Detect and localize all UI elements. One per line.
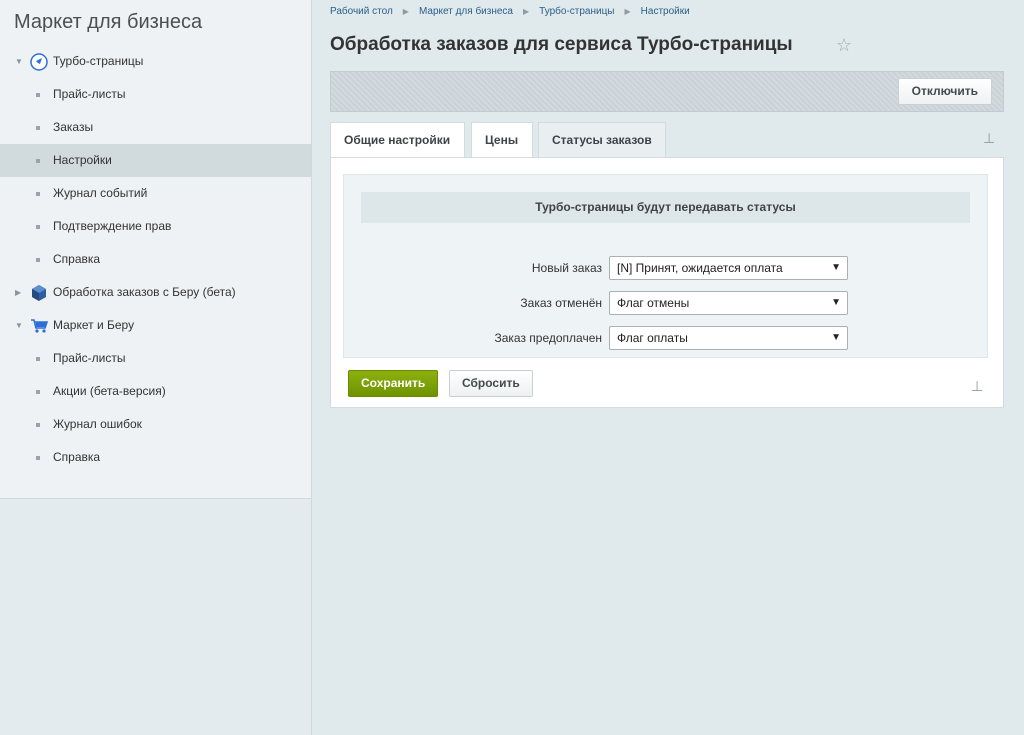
- sidebar-item-error-log[interactable]: Журнал ошибок: [0, 408, 311, 441]
- select-value: [N] Принят, ожидается оплата: [617, 261, 783, 275]
- pin-icon[interactable]: ⊥: [983, 130, 995, 147]
- sidebar-item-price-lists-2[interactable]: Прайс-листы: [0, 342, 311, 375]
- sidebar-item-market-beru[interactable]: ▼ Маркет и Беру: [0, 309, 311, 342]
- breadcrumb-separator-icon: ▶: [523, 7, 530, 16]
- breadcrumb: Рабочий стол ▶ Маркет для бизнеса ▶ Турбо-ст…: [330, 6, 690, 17]
- save-button[interactable]: Сохранить: [348, 370, 439, 397]
- breadcrumb-item[interactable]: Турбо-страницы: [539, 6, 614, 17]
- disable-button[interactable]: Отключить: [897, 78, 992, 105]
- sidebar-title: Маркет для бизнеса: [14, 11, 203, 33]
- tab-order-statuses[interactable]: Статусы заказов: [538, 122, 666, 157]
- page-title: Обработка заказов для сервиса Турбо-стра…: [330, 34, 793, 55]
- order-cancelled-status-select[interactable]: Флаг отмены ▼: [609, 291, 848, 315]
- chevron-down-icon: ▼: [831, 262, 841, 273]
- section-heading: Турбо-страницы будут передавать статусы: [361, 192, 970, 223]
- bullet-icon: [36, 357, 40, 361]
- tab-prices[interactable]: Цены: [471, 122, 533, 157]
- breadcrumb-item[interactable]: Маркет для бизнеса: [419, 6, 513, 17]
- sidebar-item-label: Справка: [53, 252, 101, 266]
- expand-arrow-icon[interactable]: ▼: [15, 45, 25, 78]
- select-value: Флаг отмены: [617, 296, 690, 310]
- sidebar-item-beru-orders[interactable]: ▶ Обработка заказов с Беру (бета): [0, 276, 311, 309]
- bullet-icon: [36, 225, 40, 229]
- bullet-icon: [36, 192, 40, 196]
- form-label: Новый заказ: [531, 261, 602, 275]
- sidebar-item-event-log[interactable]: Журнал событий: [0, 177, 311, 210]
- sidebar-item-orders[interactable]: Заказы: [0, 111, 311, 144]
- sidebar-item-rights-confirmation[interactable]: Подтверждение прав: [0, 210, 311, 243]
- tab-general-settings[interactable]: Общие настройки: [330, 122, 465, 157]
- settings-panel: Турбо-страницы будут передавать статусы …: [330, 157, 1004, 408]
- form-label: Заказ отменён: [520, 296, 602, 310]
- new-order-status-select[interactable]: [N] Принят, ожидается оплата ▼: [609, 256, 848, 280]
- cart-icon: [31, 319, 48, 333]
- sidebar-item-label: Журнал ошибок: [53, 417, 142, 431]
- sidebar-item-label: Турбо-страницы: [53, 54, 144, 68]
- bullet-icon: [36, 159, 40, 163]
- sidebar-item-label: Прайс-листы: [53, 351, 126, 365]
- sidebar-item-label: Акции (бета-версия): [53, 384, 166, 398]
- sidebar-item-label: Заказы: [53, 120, 94, 134]
- sidebar-item-label: Настройки: [53, 153, 112, 167]
- bullet-icon: [36, 93, 40, 97]
- bullet-icon: [36, 258, 40, 262]
- pin-icon[interactable]: ⊥: [971, 378, 983, 395]
- toolbar: Отключить: [330, 71, 1004, 112]
- form-row-order-prepaid: Заказ предоплачен Флаг оплаты ▼: [344, 326, 989, 350]
- bullet-icon: [36, 423, 40, 427]
- order-prepaid-status-select[interactable]: Флаг оплаты ▼: [609, 326, 848, 350]
- bullet-icon: [36, 456, 40, 460]
- chevron-down-icon: ▼: [831, 332, 841, 343]
- form-row-new-order: Новый заказ [N] Принят, ожидается оплата…: [344, 256, 989, 280]
- sidebar-item-promotions[interactable]: Акции (бета-версия): [0, 375, 311, 408]
- breadcrumb-item[interactable]: Настройки: [641, 6, 690, 17]
- sidebar-item-label: Обработка заказов с Беру (бета): [53, 285, 236, 299]
- sidebar-empty-area: [0, 498, 311, 735]
- bullet-icon: [36, 126, 40, 130]
- expand-arrow-icon[interactable]: ▶: [15, 276, 25, 309]
- sidebar: Маркет для бизнеса ▼ Турбо-страницы Прай…: [0, 0, 312, 735]
- sidebar-item-label: Справка: [53, 450, 101, 464]
- sidebar-item-help[interactable]: Справка: [0, 243, 311, 276]
- favorite-star-icon[interactable]: ☆: [836, 35, 852, 56]
- form-row-order-cancelled: Заказ отменён Флаг отмены ▼: [344, 291, 989, 315]
- sidebar-item-label: Прайс-листы: [53, 87, 126, 101]
- sidebar-item-label: Журнал событий: [53, 186, 148, 200]
- sidebar-item-label: Подтверждение прав: [53, 219, 172, 233]
- sidebar-item-settings[interactable]: Настройки: [0, 144, 311, 177]
- sidebar-menu: ▼ Турбо-страницы Прайс-листы Заказы Наст…: [0, 45, 311, 474]
- expand-arrow-icon[interactable]: ▼: [15, 309, 25, 342]
- reset-button[interactable]: Сбросить: [449, 370, 533, 397]
- status-section: Турбо-страницы будут передавать статусы …: [343, 174, 988, 358]
- cube-icon: [32, 285, 46, 301]
- sidebar-item-turbo-pages[interactable]: ▼ Турбо-страницы: [0, 45, 311, 78]
- sidebar-item-price-lists[interactable]: Прайс-листы: [0, 78, 311, 111]
- breadcrumb-separator-icon: ▶: [624, 7, 631, 16]
- breadcrumb-item[interactable]: Рабочий стол: [330, 6, 393, 17]
- form-label: Заказ предоплачен: [494, 331, 602, 345]
- breadcrumb-separator-icon: ▶: [402, 7, 409, 16]
- sidebar-item-help-2[interactable]: Справка: [0, 441, 311, 474]
- bullet-icon: [36, 390, 40, 394]
- chevron-down-icon: ▼: [831, 297, 841, 308]
- select-value: Флаг оплаты: [617, 331, 688, 345]
- rocket-icon: [30, 53, 48, 71]
- sidebar-item-label: Маркет и Беру: [53, 318, 135, 332]
